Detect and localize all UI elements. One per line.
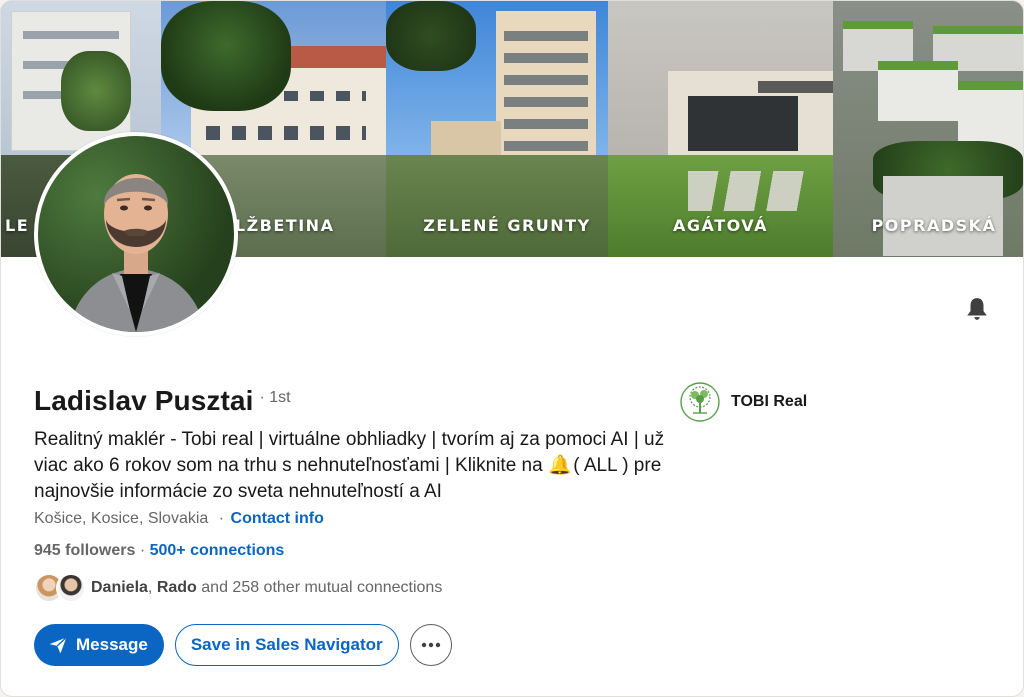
bell-icon <box>967 298 987 320</box>
banner-panel: ZELENÉ GRUNTY <box>386 1 608 257</box>
bell-emoji-icon: 🔔 <box>547 455 572 476</box>
profile-headline: Realitný maklér - Tobi real | virtuálne … <box>34 427 669 505</box>
followers-count: 945 followers <box>34 542 136 559</box>
mutual-avatars <box>34 573 86 603</box>
action-buttons: Message Save in Sales Navigator <box>34 624 452 666</box>
separator-dot: · <box>218 510 225 527</box>
banner-panel: AGÁTOVÁ <box>608 1 833 257</box>
current-company[interactable]: TOBI Real <box>679 381 807 423</box>
banner-label: POPRADSKÁ <box>871 216 997 235</box>
contact-info-link[interactable]: Contact info <box>231 510 324 527</box>
message-button-label: Message <box>76 635 148 654</box>
followers-row: 945 followers · 500+ connections <box>34 542 284 560</box>
more-icon <box>421 642 440 648</box>
mutual-name: Rado <box>156 579 197 596</box>
profile-photo-image <box>68 174 206 332</box>
send-icon <box>49 637 67 654</box>
profile-photo[interactable] <box>34 132 238 336</box>
avatar <box>56 573 86 603</box>
connections-link[interactable]: 500+ connections <box>150 542 285 559</box>
banner-panel: POPRADSKÁ <box>833 1 1023 257</box>
banner-label: ZELENÉ GRUNTY <box>423 216 591 235</box>
mutual-rest: and 258 other mutual connections <box>196 579 443 596</box>
location: Košice, Kosice, Slovakia <box>34 510 209 527</box>
profile-name: Ladislav Pusztai <box>34 385 254 416</box>
profile-card: LE ALŽBETINA ZELENÉ GRUNTY AGÁTOVÁ POPRA… <box>0 0 1024 697</box>
name-row: Ladislav Pusztai · 1st <box>34 385 291 417</box>
notification-bell-button[interactable] <box>957 289 997 329</box>
banner-label: ALŽBETINA <box>221 216 335 235</box>
company-name: TOBI Real <box>731 393 808 410</box>
mutual-connections[interactable]: Daniela, Rado and 258 other mutual conne… <box>34 573 442 603</box>
mutual-connections-text: Daniela, Rado and 258 other mutual conne… <box>91 579 442 597</box>
mutual-name: Daniela <box>91 579 148 596</box>
tree-logo-icon <box>680 382 720 422</box>
company-logo <box>679 381 721 423</box>
more-actions-button[interactable] <box>409 624 452 666</box>
separator-dot: · <box>139 542 146 559</box>
message-button[interactable]: Message <box>34 624 164 666</box>
mutual-separator: , <box>147 579 153 596</box>
location-row: Košice, Kosice, Slovakia · Contact info <box>34 510 324 528</box>
save-in-sales-navigator-button[interactable]: Save in Sales Navigator <box>174 624 399 666</box>
banner-label: AGÁTOVÁ <box>673 216 768 235</box>
connection-degree: · 1st <box>259 389 291 406</box>
